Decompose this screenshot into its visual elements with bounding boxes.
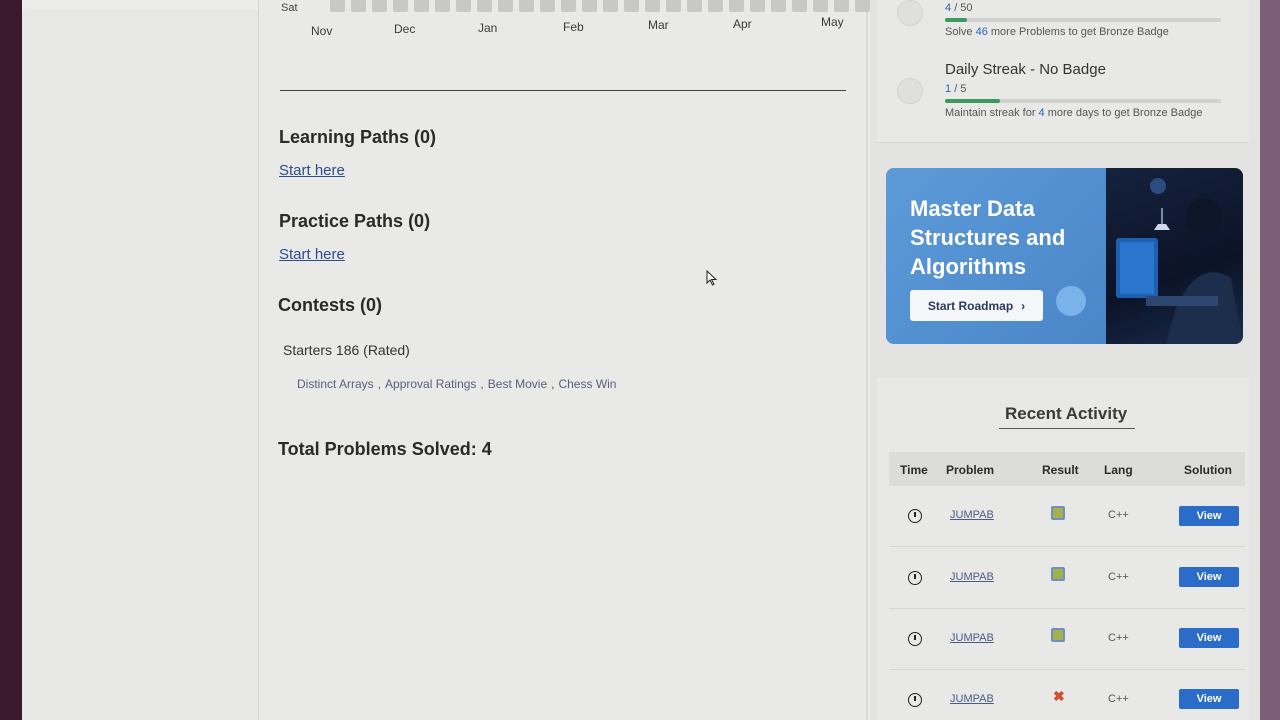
clock-icon <box>908 632 922 646</box>
column-header-solution: Solution <box>1184 463 1232 477</box>
heatmap-month: May <box>821 15 844 29</box>
lock-badge-icon <box>897 0 923 26</box>
accepted-result-icon <box>1051 567 1065 581</box>
heatmap-day-label: Sat <box>281 2 298 14</box>
column-header-problem: Problem <box>946 463 995 477</box>
contest-problem-link[interactable]: Distinct Arrays <box>297 377 374 391</box>
activity-problem-link[interactable]: JUMPAB <box>950 571 994 583</box>
problems-badge-bar <box>945 18 1221 22</box>
heatmap-month: Mar <box>648 18 669 32</box>
chevron-right-icon: › <box>1021 298 1026 313</box>
streak-badge-title: Daily Streak - No Badge <box>945 61 1106 78</box>
activity-problem-link[interactable]: JUMPAB <box>950 632 994 644</box>
view-solution-button[interactable]: View <box>1179 628 1239 648</box>
activity-lang: C++ <box>1108 509 1129 521</box>
view-solution-button[interactable]: View <box>1179 506 1239 526</box>
banner-title: Master Data Structures and Algorithms <box>910 196 1066 279</box>
view-solution-button[interactable]: View <box>1179 689 1239 709</box>
streak-badge-hint: Maintain streak for 4 more days to get B… <box>945 107 1203 119</box>
banner-illustration <box>1106 168 1243 344</box>
recent-activity-title: Recent Activity <box>1005 404 1128 423</box>
start-roadmap-button[interactable]: Start Roadmap › <box>910 290 1043 321</box>
contest-problem-link[interactable]: Approval Ratings <box>385 377 476 391</box>
contest-problem-link[interactable]: Best Movie <box>488 377 547 391</box>
contests-title: Contests (0) <box>278 295 383 315</box>
screen-bezel-right <box>1260 0 1280 720</box>
activity-lang: C++ <box>1108 571 1129 583</box>
clock-icon <box>908 509 922 523</box>
column-header-lang: Lang <box>1104 463 1133 477</box>
accepted-result-icon <box>1051 506 1065 520</box>
learning-paths-start-link[interactable]: Start here <box>279 162 345 179</box>
practice-paths-start-link[interactable]: Start here <box>279 246 345 263</box>
heatmap-cells <box>330 0 870 12</box>
streak-badge-bar <box>945 99 1221 103</box>
heatmap-month: Feb <box>563 20 584 34</box>
problems-badge-hint: Solve 46 more Problems to get Bronze Bad… <box>945 26 1169 38</box>
column-header-time: Time <box>900 463 928 477</box>
heatmap-month: Jan <box>478 21 498 35</box>
contest-problem-link[interactable]: Chess Win <box>558 377 616 391</box>
contest-name: Starters 186 (Rated) <box>283 342 410 358</box>
lock-badge-icon <box>897 78 923 104</box>
contest-problem-list: Distinct Arrays, Approval Ratings, Best … <box>297 377 617 391</box>
practice-paths-title: Practice Paths (0) <box>279 211 431 231</box>
wrong-answer-icon: ✖ <box>1053 688 1065 704</box>
activity-lang: C++ <box>1108 693 1129 705</box>
mouse-cursor-icon <box>706 270 718 286</box>
section-divider <box>280 90 846 91</box>
left-sidebar <box>22 10 260 720</box>
activity-lang: C++ <box>1108 632 1129 644</box>
profile-main-card <box>258 0 868 720</box>
accepted-result-icon <box>1051 628 1065 642</box>
screen-bezel <box>0 0 22 720</box>
heatmap-month: Apr <box>733 17 752 31</box>
learning-paths-title: Learning Paths (0) <box>279 127 437 147</box>
clock-icon <box>908 693 922 707</box>
view-solution-button[interactable]: View <box>1179 567 1239 587</box>
total-problems-solved: Total Problems Solved: 4 <box>278 439 492 459</box>
title-underline <box>999 428 1135 429</box>
dsa-roadmap-banner[interactable]: Master Data Structures and Algorithms St… <box>886 168 1243 344</box>
activity-problem-link[interactable]: JUMPAB <box>950 509 994 521</box>
streak-badge-progress: 1 / 5 <box>945 83 967 95</box>
problems-badge-progress: 4 / 50 <box>945 2 973 14</box>
heatmap-month: Nov <box>311 24 333 38</box>
activity-problem-link[interactable]: JUMPAB <box>950 693 994 705</box>
column-header-result: Result <box>1042 463 1079 477</box>
clock-icon <box>908 571 922 585</box>
heatmap-month: Dec <box>394 22 416 36</box>
